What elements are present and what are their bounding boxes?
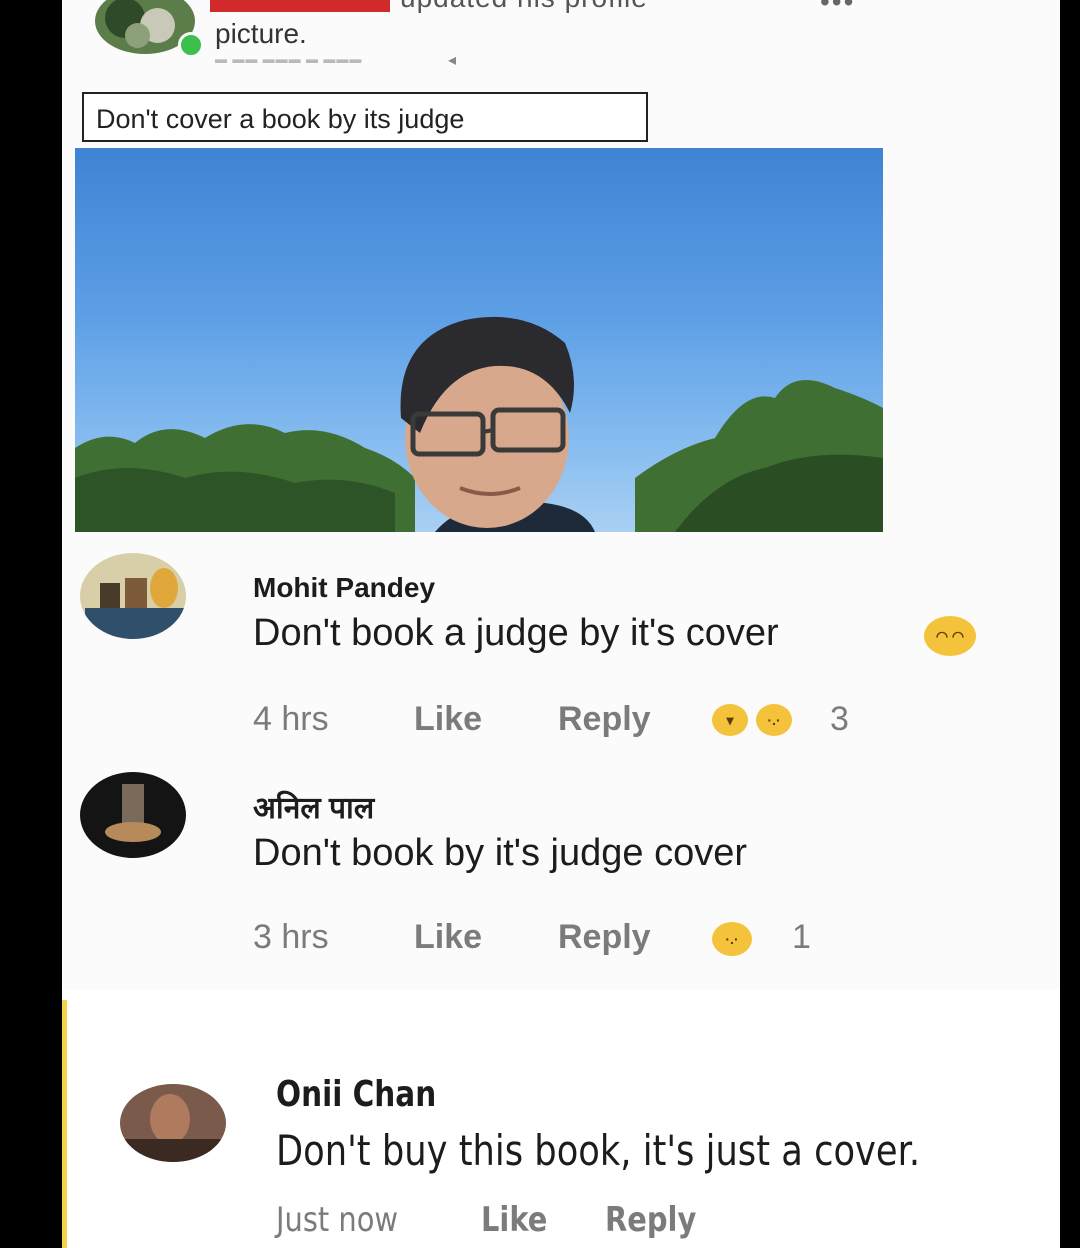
post-photo[interactable] bbox=[75, 148, 883, 532]
like-button[interactable]: Like bbox=[414, 918, 482, 957]
globe-icon: ◂ bbox=[448, 52, 457, 69]
post-caption-box: Don't cover a book by its judge bbox=[82, 92, 648, 142]
reply-button[interactable]: Reply bbox=[558, 918, 651, 957]
commenter-avatar[interactable] bbox=[120, 1084, 226, 1162]
commenter-name[interactable]: अनिल पाल bbox=[253, 786, 374, 827]
sad-emoji[interactable]: ·.· bbox=[756, 704, 792, 736]
commenter-avatar[interactable] bbox=[80, 772, 186, 858]
reply-button[interactable]: Reply bbox=[558, 700, 651, 739]
comment-text: Don't book a judge by it's cover bbox=[253, 612, 779, 654]
post-header-text: updated his profile bbox=[400, 0, 648, 14]
commenter-avatar[interactable] bbox=[80, 553, 186, 639]
comment-text: Don't buy this book, it's just a cover. bbox=[276, 1126, 921, 1175]
sad-emoji[interactable]: ·.· bbox=[712, 922, 752, 956]
post-header-text-cont: picture. bbox=[215, 18, 307, 49]
reply-button[interactable]: Reply bbox=[605, 1200, 696, 1240]
haha-emoji[interactable]: ▾ bbox=[712, 704, 748, 736]
photo-illustration bbox=[75, 316, 883, 532]
comment-text: Don't book by it's judge cover bbox=[253, 832, 747, 874]
reaction-count[interactable]: 1 bbox=[792, 918, 811, 957]
comment-time: 4 hrs bbox=[253, 700, 329, 738]
upside-down-face-emoji: ◠ ◠ bbox=[924, 616, 976, 656]
post-timestamp-blur: ▬ ▬▬ ▬▬▬ ▬ ▬▬▬ bbox=[215, 52, 363, 66]
comment-time: Just now bbox=[276, 1200, 399, 1240]
commenter-name[interactable]: Mohit Pandey bbox=[253, 572, 435, 604]
highlight-strip bbox=[62, 1000, 67, 1248]
post-caption: Don't cover a book by its judge bbox=[96, 104, 465, 134]
commenter-name[interactable]: Onii Chan bbox=[276, 1074, 436, 1115]
like-button[interactable]: Like bbox=[481, 1200, 547, 1240]
more-dots-icon[interactable]: ••• bbox=[820, 0, 855, 18]
poster-name-redaction bbox=[210, 0, 390, 12]
comment-time: 3 hrs bbox=[253, 918, 329, 956]
reaction-count[interactable]: 3 bbox=[830, 700, 849, 739]
like-button[interactable]: Like bbox=[414, 700, 482, 739]
online-status-icon bbox=[178, 32, 204, 58]
